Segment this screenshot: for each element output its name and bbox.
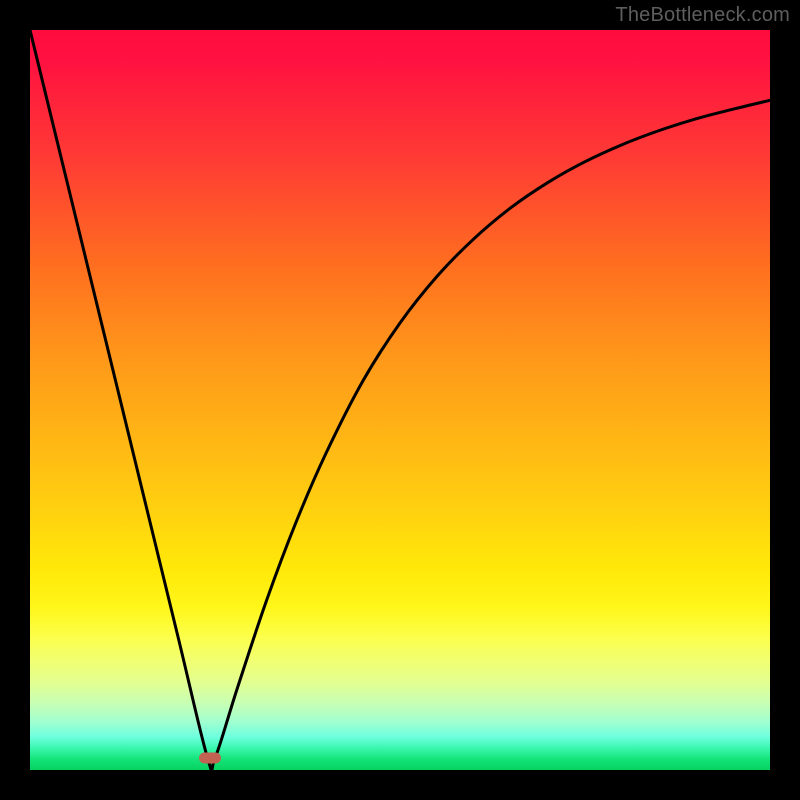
chart-frame: TheBottleneck.com — [0, 0, 800, 800]
bottleneck-curve — [30, 30, 770, 770]
optimum-marker — [199, 753, 221, 764]
watermark-text: TheBottleneck.com — [615, 4, 790, 27]
plot-area — [30, 30, 770, 770]
curve-svg — [30, 30, 770, 770]
